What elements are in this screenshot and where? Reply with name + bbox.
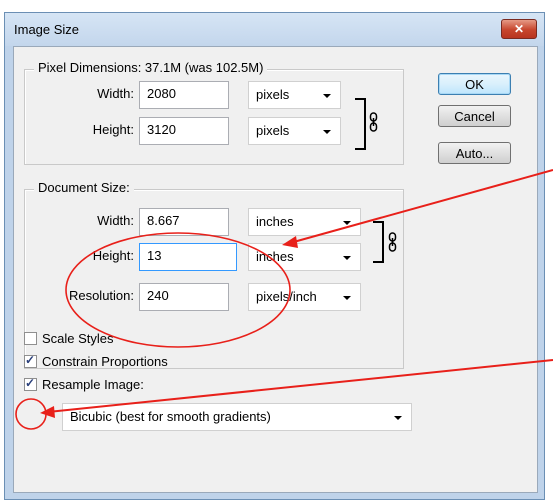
pixel-height-unit-select[interactable]: pixels [248,117,341,145]
resolution-input[interactable]: 240 [139,283,229,311]
constrain-proportions-label: Constrain Proportions [42,354,168,369]
doc-height-unit-value: inches [256,249,294,264]
document-size-legend: Document Size: [34,180,134,195]
chain-link-icon [388,232,397,252]
cancel-button[interactable]: Cancel [438,105,511,127]
resample-method-value: Bicubic (best for smooth gradients) [70,409,271,424]
window-title: Image Size [14,22,80,37]
pixel-width-unit-value: pixels [256,87,290,102]
dropdown-arrow-icon [343,256,351,260]
ok-button[interactable]: OK [438,73,511,95]
dropdown-arrow-icon [394,416,402,420]
pixel-width-unit-select[interactable]: pixels [248,81,341,109]
pixel-height-unit-value: pixels [256,123,290,138]
resolution-unit-select[interactable]: pixels/inch [248,283,361,311]
image-size-dialog: Image Size ✕ Pixel Dimensions: 37.1M (wa… [4,12,545,500]
resolution-label: Resolution: [68,288,134,303]
pixel-dimensions-legend: Pixel Dimensions: 37.1M (was 102.5M) [34,60,268,75]
doc-link-bracket [373,221,384,263]
doc-width-input[interactable]: 8.667 [139,208,229,236]
scale-styles-checkbox[interactable] [24,332,37,345]
doc-width-unit-value: inches [256,214,294,229]
resolution-unit-value: pixels/inch [256,289,317,304]
chain-link-icon [369,112,378,132]
resample-image-label: Resample Image: [42,377,144,392]
close-button[interactable]: ✕ [501,19,537,39]
dialog-body: Pixel Dimensions: 37.1M (was 102.5M) Wid… [13,46,538,493]
doc-width-label: Width: [97,213,134,228]
dropdown-arrow-icon [323,130,331,134]
resample-image-checkbox[interactable] [24,376,37,391]
dropdown-arrow-icon [343,296,351,300]
auto-button[interactable]: Auto... [438,142,511,164]
close-icon: ✕ [513,22,525,36]
resample-method-select[interactable]: Bicubic (best for smooth gradients) [62,403,412,431]
doc-width-unit-select[interactable]: inches [248,208,361,236]
pixel-height-label: Height: [92,122,134,137]
doc-height-input[interactable]: 13 [139,243,237,271]
scale-styles-label: Scale Styles [42,331,114,346]
pixel-width-label: Width: [97,86,134,101]
doc-height-label: Height: [92,248,134,263]
dropdown-arrow-icon [323,94,331,98]
dropdown-arrow-icon [343,221,351,225]
title-bar[interactable]: Image Size ✕ [5,13,544,46]
doc-height-unit-select[interactable]: inches [248,243,361,271]
pixel-height-input[interactable]: 3120 [139,117,229,145]
pixel-link-bracket [355,98,366,150]
pixel-width-input[interactable]: 2080 [139,81,229,109]
constrain-proportions-checkbox[interactable] [24,353,37,368]
